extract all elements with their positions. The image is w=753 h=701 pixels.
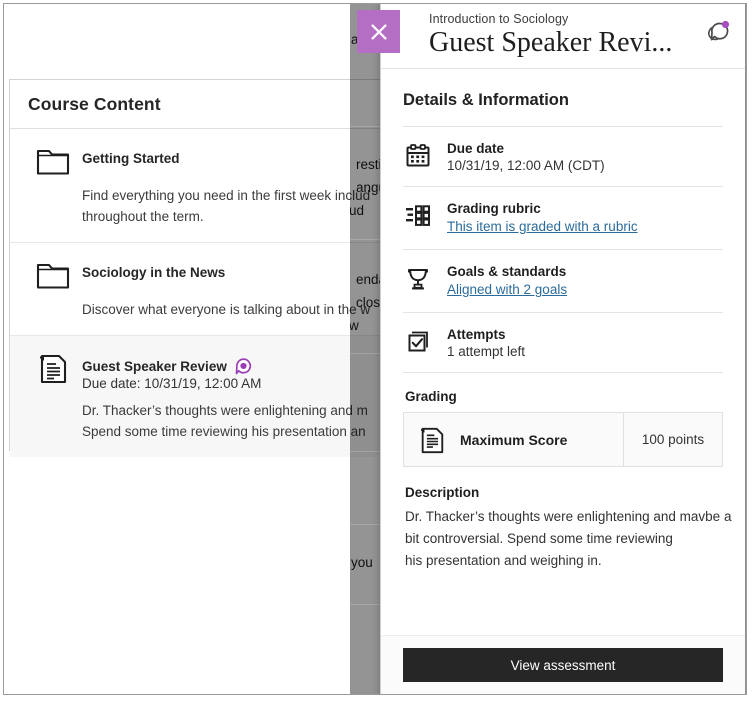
grading-row-value: 100 points bbox=[624, 413, 722, 466]
assessment-document-icon bbox=[418, 426, 446, 454]
description-text: Dr. Thacker’s thoughts were enlightening… bbox=[405, 506, 723, 572]
calendar-icon bbox=[405, 143, 431, 169]
grading-summary-box: Maximum Score 100 points bbox=[403, 412, 723, 467]
detail-item-due-date: Due date 10/31/19, 12:00 AM (CDT) bbox=[403, 127, 723, 187]
obscured-text-fragment: ud bbox=[350, 203, 364, 218]
obscured-text-fragment: resti bbox=[356, 157, 382, 172]
detail-value: 1 attempt left bbox=[447, 344, 525, 359]
panel-course-name: Introduction to Sociology bbox=[429, 12, 727, 26]
content-row-title: Getting Started bbox=[82, 145, 180, 166]
assessment-document-icon bbox=[36, 353, 68, 383]
close-icon bbox=[368, 21, 390, 43]
grading-points-text: 100 points bbox=[642, 432, 704, 447]
content-row-title: Guest Speaker Review bbox=[82, 359, 227, 374]
panel-header: Introduction to Sociology Guest Speaker … bbox=[381, 4, 745, 69]
description-heading: Description bbox=[405, 485, 723, 500]
detail-label: Grading rubric bbox=[447, 201, 638, 216]
grading-heading: Grading bbox=[405, 389, 723, 404]
content-row-title-wrap: Guest Speaker Review bbox=[82, 352, 261, 375]
content-row-due-date: Due date: 10/31/19, 12:00 AM bbox=[82, 376, 261, 391]
detail-item-goals-standards: Goals & standards Aligned with 2 goals bbox=[403, 250, 723, 313]
application-window: Course Content Getting Started Find ever… bbox=[3, 3, 747, 695]
detail-item-attempts: Attempts 1 attempt left bbox=[403, 313, 723, 373]
details-panel: Introduction to Sociology Guest Speaker … bbox=[380, 4, 745, 695]
new-item-badge bbox=[235, 358, 252, 375]
page-title: Course Content bbox=[28, 94, 161, 115]
view-assessment-button[interactable]: View assessment bbox=[403, 648, 723, 682]
description-line: bit controversial. Spend some time revie… bbox=[405, 528, 723, 550]
detail-item-grading-rubric: Grading rubric This item is graded with … bbox=[403, 187, 723, 250]
panel-footer: View assessment bbox=[381, 635, 745, 695]
obscured-text-fragment: you bbox=[351, 555, 373, 570]
detail-label: Goals & standards bbox=[447, 264, 567, 279]
details-section-title: Details & Information bbox=[403, 91, 723, 127]
panel-body: Details & Information bbox=[381, 69, 745, 635]
obscured-text-fragment: w bbox=[350, 318, 359, 333]
grading-row-label: Maximum Score bbox=[460, 432, 567, 448]
trophy-icon bbox=[405, 266, 431, 292]
detail-label: Attempts bbox=[447, 327, 525, 342]
goals-alignment-link[interactable]: Aligned with 2 goals bbox=[447, 282, 567, 297]
panel-title: Guest Speaker Revi... bbox=[429, 27, 727, 58]
description-line: Dr. Thacker’s thoughts were enlightening… bbox=[405, 506, 723, 528]
detail-value: 10/31/19, 12:00 AM (CDT) bbox=[447, 158, 605, 173]
description-line: his presentation and weighing in. bbox=[405, 550, 723, 572]
folder-icon bbox=[36, 146, 68, 176]
grading-rubric-link[interactable]: This item is graded with a rubric bbox=[447, 219, 638, 234]
discussion-bubble-icon[interactable] bbox=[701, 17, 733, 49]
rubric-grid-icon bbox=[405, 203, 431, 229]
grading-row-label-cell: Maximum Score bbox=[404, 413, 624, 466]
folder-icon bbox=[36, 260, 68, 290]
detail-label: Due date bbox=[447, 141, 605, 156]
content-row-title: Sociology in the News bbox=[82, 259, 225, 280]
attempts-checkbox-icon bbox=[405, 329, 431, 355]
close-panel-button[interactable] bbox=[357, 10, 400, 53]
